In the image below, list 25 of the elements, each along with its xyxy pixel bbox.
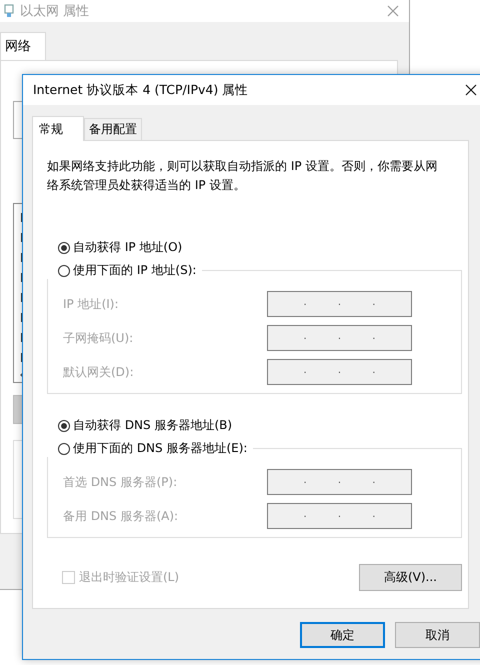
close-icon[interactable]: [465, 84, 477, 96]
tab[interactable]: 备用配置: [84, 118, 142, 140]
radio-label: 自动获得 IP 地址(O): [73, 239, 182, 256]
dialog-title: Internet 协议版本 4 (TCP/IPv4) 属性: [33, 82, 248, 98]
network-adapter-icon: [4, 4, 14, 18]
checkbox-label: 退出时验证设置(L): [79, 569, 180, 586]
tab[interactable]: 网络: [0, 32, 46, 60]
field-label: 默认网关(D):: [63, 364, 135, 380]
radio-button[interactable]: [58, 420, 70, 432]
field-label: 备用 DNS 服务器(A):: [63, 508, 180, 524]
radio-label: 自动获得 DNS 服务器地址(B): [73, 417, 232, 434]
tab[interactable]: 常规: [32, 116, 84, 141]
field-label: 子网掩码(U):: [63, 330, 134, 346]
cancel-button[interactable]: 取消: [395, 622, 480, 648]
description-text: 如果网络支持此功能，则可以获取自动指派的 IP 设置。否则，你需要从网络系统管理员处获得适当的 IP 设置。: [47, 158, 438, 194]
radio-button[interactable]: [58, 264, 70, 276]
window-title: 以太网 属性: [20, 3, 90, 20]
ok-button[interactable]: 确定: [300, 622, 385, 648]
field-label: 首选 DNS 服务器(P):: [63, 474, 178, 490]
radio-label: 使用下面的 DNS 服务器地址(E):: [73, 440, 248, 457]
radio-label: 使用下面的 IP 地址(S):: [73, 262, 196, 279]
radio-button[interactable]: [58, 442, 70, 454]
advanced-button[interactable]: 高级(V)...: [359, 564, 462, 591]
field-label: IP 地址(I):: [63, 296, 120, 312]
radio-button[interactable]: [58, 242, 70, 254]
